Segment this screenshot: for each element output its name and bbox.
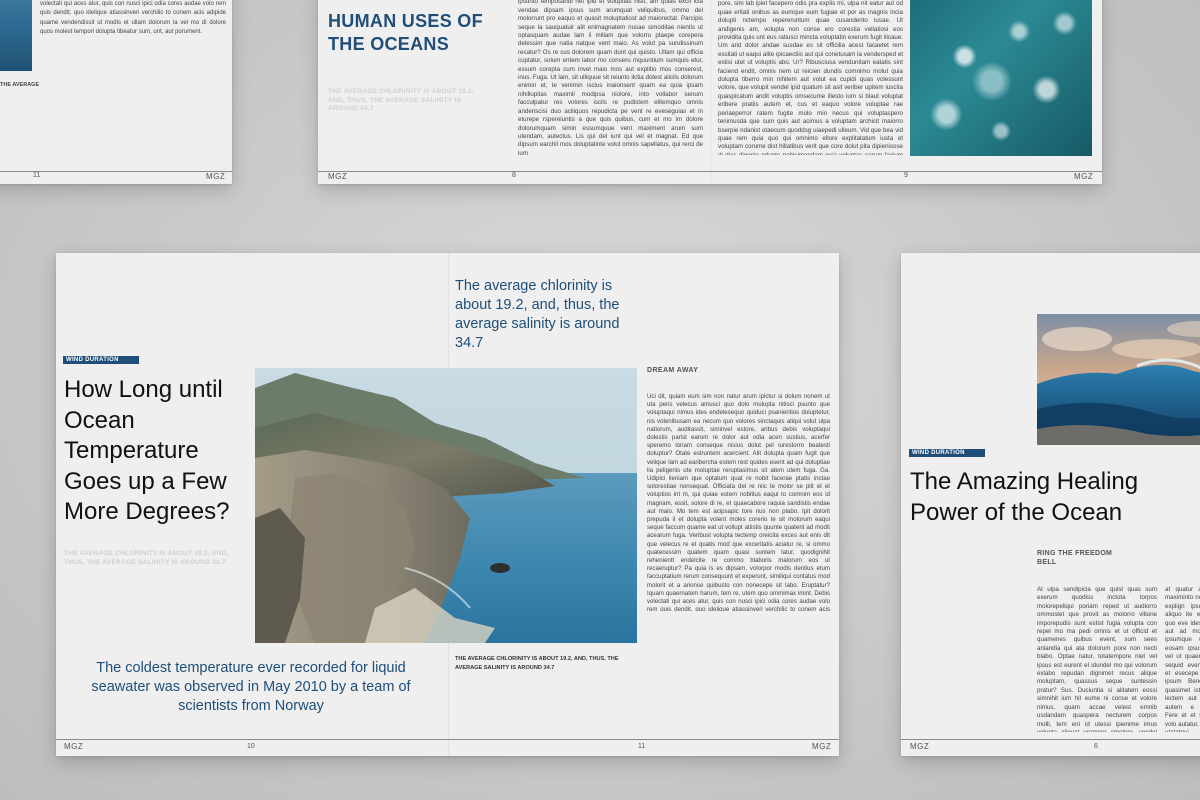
footer-rule [56,739,839,740]
ghost-quote: THE AVERAGE CHLORINITY IS ABOUT 19.2, AN… [328,88,474,112]
section-tag: WIND DURATION [909,449,985,457]
pull-quote-top: The average chlorinity is about 19.2, an… [455,278,620,351]
spread-right: WIND DURATION The Amazing Healing Power … [901,253,1200,756]
coastal-cliff-photo [255,368,637,643]
coastal-cliff-illustration [255,368,637,643]
brand-mark-right: MGZ [812,742,832,751]
page-number: 6 [1094,743,1098,750]
spine-fold [710,0,711,184]
column-1-text: At ulpa sendipicia que quist quas sum ex… [1037,586,1157,732]
spread-top-mid: HUMAN USES OF THE OCEANS THE AVERAGE CHL… [318,0,1102,184]
brand-mark-left: MGZ [64,742,84,751]
page-number-right: 11 [638,743,646,750]
pull-quote-bottom: The coldest temperature ever recorded fo… [91,660,411,714]
top-left-body-text: Quam quaernatem harum, tem re, utem quo … [40,0,226,36]
column-2-text: at quatur am etur maximinto nost officii… [1165,586,1200,732]
ocean-foam-photo [910,0,1092,156]
column-1-text: Opta temque in prae simaioritio tem erat… [518,0,703,155]
headline: How Long until Ocean Temperature Goes up… [64,376,230,525]
top-left-caption: THE AVERAGE [0,82,40,88]
spread-top-left: Quam quaernatem harum, tem re, utem quo … [0,0,232,184]
brand-mark: MGZ [1074,172,1094,181]
footer-rule [318,171,1102,172]
spread-main: The average chlorinity is about 19.2, an… [56,253,839,756]
footer-rule [901,739,1200,740]
column-2-text: lore earia dit, nimet fuga. Ut aut volup… [718,0,903,155]
ocean-wave-illustration [1037,314,1200,445]
page-number-right: 9 [904,172,908,179]
ocean-wave-photo [1037,314,1200,445]
headline: The Amazing Healing Power of the Ocean [910,468,1139,526]
page-number: 11 [33,172,41,179]
brand-mark: MGZ [910,742,930,751]
article-body-text: Uci dit, quiam eum sim non natur arum ip… [647,393,830,611]
section-label: RING THE FREEDOM BELL [1037,550,1113,566]
section-label: DREAM AWAY [647,367,699,374]
page-number-left: 8 [512,172,516,179]
brand-mark: MGZ [206,172,226,181]
section-tag: WIND DURATION [63,356,139,364]
page-number-left: 10 [247,743,255,750]
section-title: HUMAN USES OF THE OCEANS [328,11,483,54]
photo-caption: THE AVERAGE CHLORINITY IS ABOUT 19.2, AN… [455,656,619,671]
ghost-quote: THE AVERAGE CHLORINITY IS ABOUT 19.2, AN… [64,550,229,566]
sea-water-photo [0,0,32,71]
brand-mark: MGZ [328,172,348,181]
